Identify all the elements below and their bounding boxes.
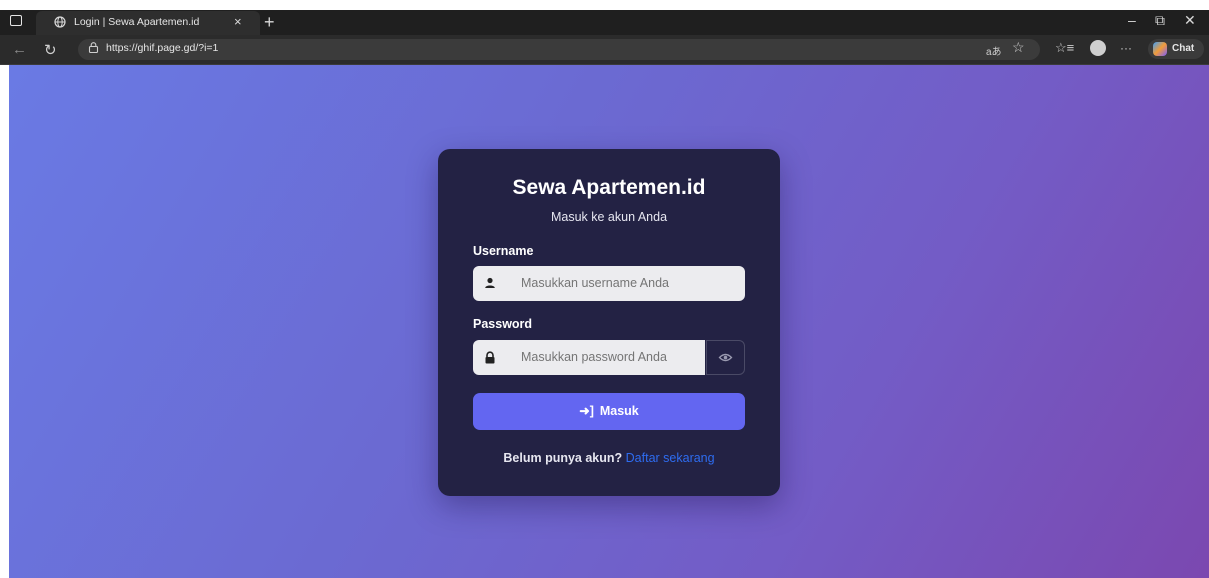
page-viewport: Sewa Apartemen.id Masuk ke akun Anda Use… — [9, 65, 1209, 578]
login-subtitle: Masuk ke akun Anda — [550, 210, 668, 224]
url-text: https://ghif.page.gd/?i=1 — [106, 42, 219, 54]
back-icon[interactable]: ← — [12, 41, 27, 58]
username-input[interactable] — [507, 266, 745, 301]
profile-icon[interactable] — [1090, 40, 1106, 56]
toggle-password-button[interactable] — [706, 340, 745, 375]
new-tab-button[interactable]: + — [264, 10, 275, 34]
globe-icon — [54, 16, 66, 28]
username-input-group — [473, 266, 745, 301]
tab-close-icon[interactable]: × — [234, 14, 242, 29]
more-options-icon[interactable]: ··· — [1120, 41, 1132, 55]
browser-tab[interactable]: Login | Sewa Apartemen.id × — [36, 11, 260, 35]
submit-label: Masuk — [599, 404, 639, 418]
close-window-button[interactable]: ✕ — [1184, 12, 1196, 29]
browser-tab-bar: Login | Sewa Apartemen.id × + – ⧉ ✕ — [0, 10, 1209, 35]
refresh-icon[interactable]: ↻ — [44, 41, 57, 59]
chat-label: Chat — [1172, 43, 1195, 54]
login-card: Sewa Apartemen.id Masuk ke akun Anda Use… — [438, 149, 780, 496]
address-bar-row: ← ↻ https://ghif.page.gd/?i=1 aあ ☆ ☆≡ ··… — [0, 35, 1209, 65]
site-brand-title: Sewa Apartemen.id — [512, 176, 706, 199]
sidebar-toggle-icon[interactable] — [10, 15, 22, 26]
password-input[interactable] — [507, 340, 705, 375]
favorites-list-icon[interactable]: ☆≡ — [1055, 40, 1074, 56]
user-icon — [485, 277, 495, 288]
minimize-button[interactable]: – — [1128, 12, 1136, 28]
user-addon — [473, 266, 507, 301]
eye-icon — [718, 353, 733, 362]
register-link[interactable]: Daftar sekarang — [626, 451, 715, 465]
tab-title: Login | Sewa Apartemen.id — [74, 16, 200, 28]
lock-addon — [473, 340, 507, 375]
site-info-icon[interactable] — [88, 42, 99, 53]
username-label: Username — [473, 244, 534, 258]
register-prompt-text: Belum punya akun? — [503, 451, 623, 465]
copilot-chat-button[interactable]: Chat — [1148, 39, 1204, 59]
read-aloud-icon[interactable]: aあ — [986, 43, 1002, 58]
login-submit-button[interactable]: ➜] Masuk — [473, 393, 745, 430]
address-bar[interactable]: https://ghif.page.gd/?i=1 — [78, 39, 1040, 60]
sign-in-icon: ➜] — [579, 404, 594, 418]
password-label: Password — [473, 317, 533, 331]
restore-button[interactable]: ⧉ — [1155, 12, 1165, 29]
password-input-group — [473, 340, 745, 375]
favorite-star-icon[interactable]: ☆ — [1012, 39, 1025, 56]
lock-icon — [485, 351, 495, 364]
copilot-icon — [1153, 42, 1167, 56]
register-prompt: Belum punya akun? Daftar sekarang — [438, 451, 780, 465]
